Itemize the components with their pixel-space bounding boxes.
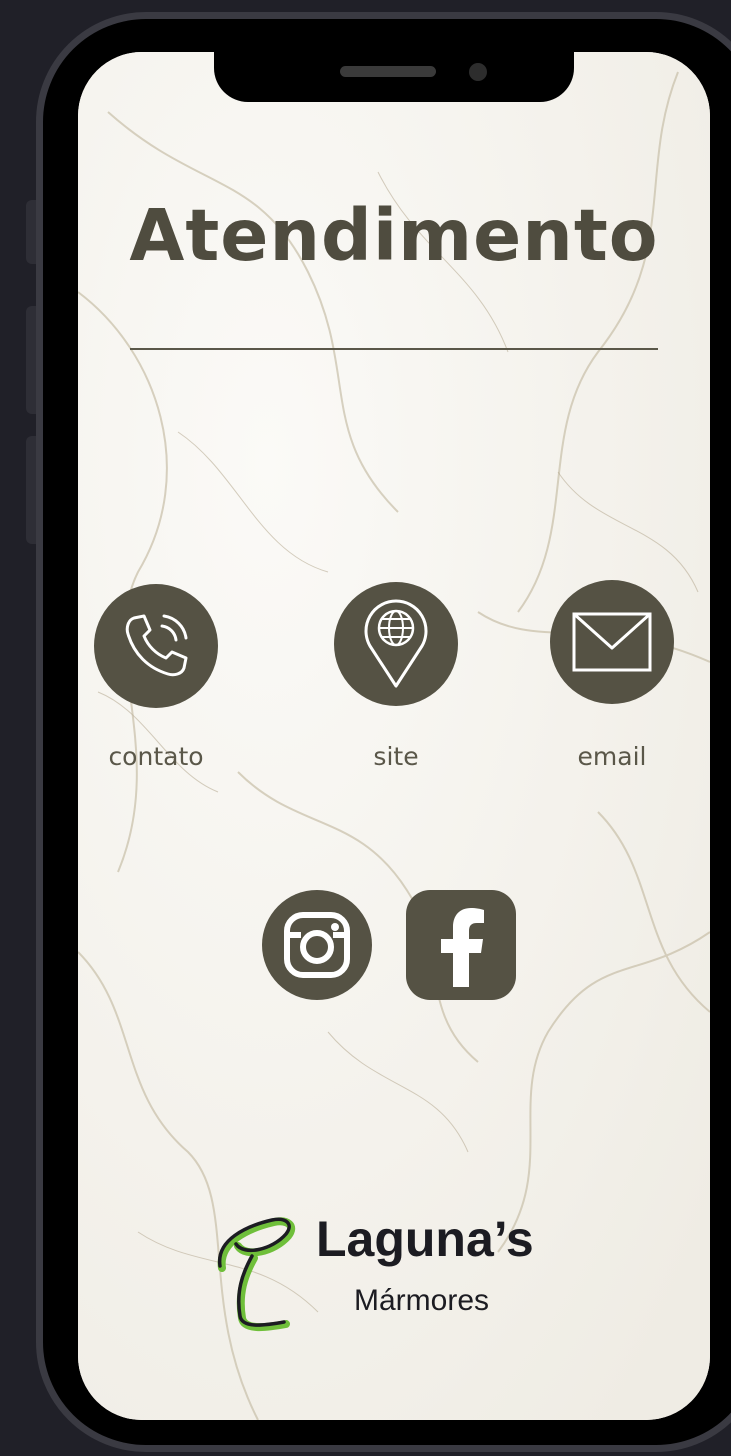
site-button[interactable] [334,582,458,706]
phone-icon [125,614,188,677]
contato-label[interactable]: contato [78,742,236,771]
brand-name: Laguna’s [316,1211,534,1267]
site-label[interactable]: site [316,742,476,771]
phone-screen: Atendimento contato site email Laguna’s … [78,52,710,1420]
laguna-logo-mark-icon [217,1217,296,1332]
title-divider [130,348,658,350]
globe-pin-icon [364,599,428,688]
contato-button[interactable] [94,584,218,708]
brand-subtitle: Mármores [354,1284,490,1317]
front-camera [469,63,487,81]
email-label[interactable]: email [532,742,692,771]
stage: Atendimento contato site email Laguna’s … [0,0,731,1456]
email-button[interactable] [550,580,674,704]
instagram-button[interactable] [262,890,372,1000]
instagram-icon [284,912,350,978]
speaker-grill [340,66,436,77]
page-title: Atendimento [129,194,659,277]
facebook-icon [441,908,484,987]
phone-notch [214,52,574,102]
brand-logo: Laguna’s Mármores [208,1202,588,1342]
facebook-button[interactable] [406,890,516,1000]
envelope-icon [572,612,652,672]
